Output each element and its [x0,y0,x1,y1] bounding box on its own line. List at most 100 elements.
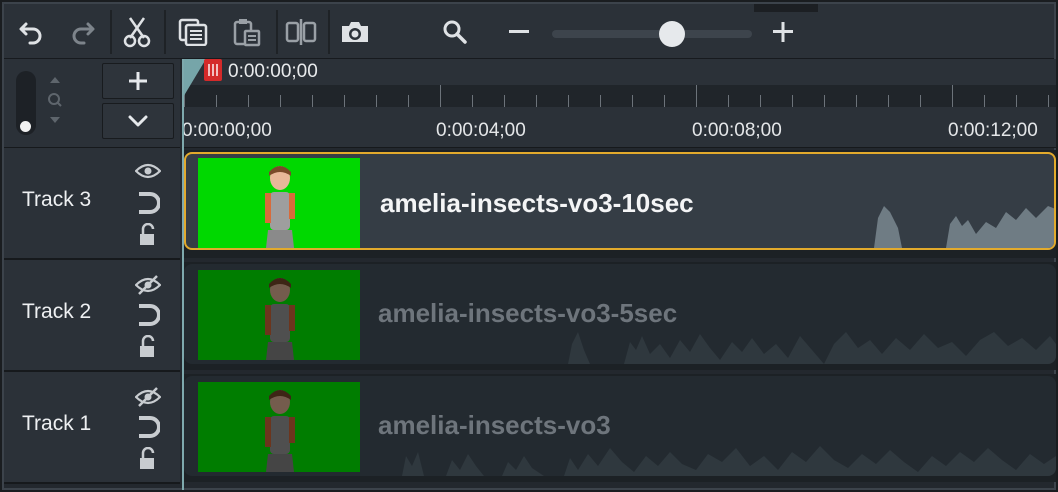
lock-toggle[interactable] [134,446,162,472]
ruler-tick [792,95,793,107]
snapshot-icon [342,22,368,42]
ruler-tick [280,95,281,107]
redo-icon [72,22,95,45]
media-clip[interactable]: amelia-insects-vo3-10sec [184,152,1056,250]
track-lane-3[interactable]: amelia-insects-vo3-10sec [184,150,1056,258]
ruler-tick [600,95,601,107]
timeline-ruler[interactable]: 0:00:00;00 0:00:04;00 0:00:08;00 0:00:12… [182,59,1056,148]
visibility-toggle[interactable] [134,384,162,410]
visibility-toggle[interactable] [134,272,162,298]
undo-icon [19,22,42,45]
copy-icon [178,18,208,46]
ruler-tick-strip [182,85,1056,107]
ruler-tick [536,95,537,107]
playhead-handle[interactable] [204,59,222,81]
ruler-tick [312,95,313,107]
ruler-label: 0:00:08;00 [692,120,782,141]
magnet-icon [139,192,160,214]
lock-toggle[interactable] [134,334,162,360]
magnet-toggle[interactable] [134,414,162,440]
eye-icon [135,163,161,179]
ruler-label: 0:00:12;00 [948,120,1038,141]
ruler-tick [632,95,633,107]
paste-button[interactable] [224,10,270,54]
cut-button[interactable] [114,10,160,54]
playhead-marker[interactable] [182,59,206,99]
ruler-tick [984,95,985,107]
split-button[interactable] [278,10,324,54]
plus-icon [129,72,147,90]
audio-waveform [874,206,1054,248]
lock-toggle[interactable] [134,222,162,248]
track-options-button[interactable] [102,103,174,139]
track-header-3[interactable]: Track 3 [4,148,180,260]
audio-waveform [402,446,1056,476]
track-zoom-icon [48,77,62,123]
undo-button[interactable] [8,10,54,54]
ruler-tick [376,95,377,107]
track-height-knob[interactable] [20,121,31,132]
ruler-tick [760,95,761,107]
zoom-slider-track[interactable] [552,30,752,38]
timeline-toolbar [4,4,1054,59]
magnet-icon [139,304,160,326]
ruler-tick [248,95,249,107]
zoom-search-icon [443,20,467,44]
ruler-label: 0:00:04;00 [436,120,526,141]
ruler-tick [408,95,409,107]
ruler-tick [440,85,441,107]
ruler-tick [1048,95,1049,107]
ruler-label: 0:00:00;00 [182,120,272,141]
ruler-tick [856,95,857,107]
timeline-panel: 0:00:00;00 0:00:04;00 0:00:08;00 0:00:12… [0,0,1058,492]
ruler-tick [952,85,953,107]
media-clip[interactable]: amelia-insects-vo3 [184,376,1056,476]
add-track-button[interactable] [102,63,174,99]
ruler-tick [696,85,697,107]
unlock-icon [140,335,155,357]
ruler-tick [824,95,825,107]
ruler-tick [888,95,889,107]
ruler-tick [728,95,729,107]
cut-icon [123,17,151,48]
eye-hidden-icon [135,275,161,295]
ruler-tick [216,95,217,107]
unlock-icon [140,223,155,245]
ruler-tick [1016,95,1017,107]
track-header-controls [4,59,180,148]
track-lane-1[interactable]: amelia-insects-vo3 [184,374,1056,482]
track-name: Track 1 [22,412,92,435]
split-icon [285,19,317,45]
grip-icon [208,64,218,76]
track-header-2[interactable]: Track 2 [4,260,180,372]
ruler-tick [344,95,345,107]
copy-button[interactable] [170,10,216,54]
ruler-tick [504,95,505,107]
zoom-in-icon [773,22,793,42]
paste-icon [233,19,261,47]
magnet-toggle[interactable] [134,190,162,216]
zoom-in-button[interactable] [760,10,806,54]
zoom-slider-knob[interactable] [659,21,685,47]
track-name: Track 2 [22,300,92,323]
snapshot-button[interactable] [332,10,378,54]
visibility-toggle[interactable] [134,158,162,184]
track-header-1[interactable]: Track 1 [4,372,180,484]
ruler-tick [920,95,921,107]
unlock-icon [140,447,155,469]
track-lane-2[interactable]: amelia-insects-vo3-5sec [184,262,1056,370]
ruler-tick [664,95,665,107]
playhead-time: 0:00:00;00 [228,61,318,82]
magnet-icon [139,416,160,438]
media-clip[interactable]: amelia-insects-vo3-5sec [184,264,1056,364]
chevron-down-icon [128,115,148,127]
redo-button[interactable] [60,10,106,54]
ruler-tick [568,95,569,107]
magnet-toggle[interactable] [134,302,162,328]
track-height-slider[interactable] [16,71,36,135]
ruler-tick [472,95,473,107]
zoom-search-button[interactable] [432,10,478,54]
track-name: Track 3 [22,188,92,211]
audio-waveform [568,332,1056,364]
zoom-out-button[interactable] [496,10,542,54]
